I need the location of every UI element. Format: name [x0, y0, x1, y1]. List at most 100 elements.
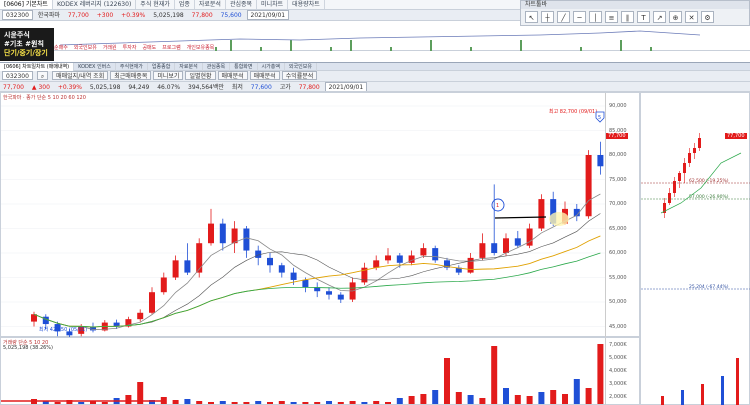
volume-tick: 2,000K — [609, 394, 627, 400]
volume-bar — [243, 402, 250, 404]
candle-body — [396, 255, 403, 263]
top-tab-7[interactable]: 대용량차트 — [288, 0, 325, 9]
horizontal-line-icon[interactable]: ─ — [573, 11, 586, 23]
top-date[interactable]: 2021/09/01 — [246, 10, 290, 20]
top-tab-2[interactable]: 주식 현재가 — [136, 0, 175, 9]
channel-badge: 시윤주식 #기초 #원칙 단기/중기/장기 — [0, 28, 54, 61]
volume-chart-panel[interactable]: 거래량 단순 5 10 20 5,025,198 (38.26%) 7,000K… — [0, 337, 640, 405]
toolbar-button-4[interactable]: 매매분석 — [217, 71, 248, 80]
volume-bar — [101, 402, 108, 404]
chart-price-row: 77,700 ▲ 300 +0.39% 5,025,198 94,249 46.… — [0, 82, 750, 92]
chart-tab-0[interactable]: [0606] 차트일차트 (매매내역) — [0, 63, 75, 71]
toolbar-button-1[interactable]: 최근매매종목 — [110, 71, 152, 80]
sub-tab-3[interactable]: 투자자 — [123, 45, 137, 51]
candle-body — [267, 257, 273, 266]
toolbar-button-2[interactable]: 미니보기 — [153, 71, 184, 80]
channel-icon[interactable]: ∥ — [621, 11, 634, 23]
candle-body — [196, 243, 203, 273]
chart-tab-6[interactable]: 통합화면 — [230, 63, 258, 71]
candle-body — [243, 228, 250, 251]
cw-turnover: 94,249 — [128, 84, 150, 91]
sub-tab-6[interactable]: 개인보유종목 — [187, 45, 215, 51]
cw-high-label: 고가 — [279, 84, 291, 91]
chart-tab-7[interactable]: 시가총액 — [258, 63, 285, 71]
text-icon[interactable]: T — [637, 11, 650, 23]
y-tick: 75,000 — [609, 176, 627, 183]
cursor-highlight — [549, 212, 569, 226]
price-chart-panel[interactable]: 한국파마 · 종가 단순 5 10 20 60 120 최고 82,700 (0… — [0, 92, 640, 339]
volume-bar — [160, 397, 167, 404]
volume-bar — [361, 402, 368, 404]
y-tick: 50,000 — [609, 299, 627, 305]
top-tab-0[interactable]: [0606] 기본차트 — [0, 0, 53, 9]
trendline-icon[interactable]: ╱ — [557, 11, 570, 23]
fib-level-label: 25,204 (-67.44%) — [689, 284, 729, 290]
drawn-horizontal-line[interactable] — [494, 216, 547, 219]
chart-tab-8[interactable]: 외국인보유 — [285, 63, 317, 71]
chart-toolbar-row: 032300 ⌕ 매매일지/내역 조회 최근매매종목 미니보기 일별현황 매매분석 매매분… — [0, 71, 750, 82]
volume-bar — [444, 358, 450, 404]
sub-tab-4[interactable]: 공매도 — [142, 45, 156, 51]
zoom-icon[interactable]: ⊕ — [669, 11, 682, 23]
toolbar-button-3[interactable]: 일별현황 — [185, 71, 216, 80]
top-tab-5[interactable]: 관심종목 — [226, 0, 258, 9]
candle-body — [149, 292, 155, 313]
chart-tab-4[interactable]: 자료분석 — [175, 63, 203, 71]
chart-tab-2[interactable]: 주식현재가 — [116, 63, 148, 71]
side-candle — [668, 193, 671, 203]
volume-bar — [267, 402, 273, 404]
toolbar-button-6[interactable]: 수익률분석 — [281, 71, 318, 80]
top-tab-6[interactable]: 미니차트 — [257, 0, 289, 9]
search-icon[interactable]: ⌕ — [36, 71, 49, 80]
code-input[interactable]: 032300 — [2, 71, 33, 80]
top-tab-4[interactable]: 자료분석 — [195, 0, 226, 9]
sub-tab-5[interactable]: 프로그램 — [162, 45, 180, 51]
sub-tab-0[interactable]: 순매수 — [54, 45, 68, 51]
badge-line-2: #기초 #원칙 — [4, 40, 44, 48]
drawing-toolbar-title: 차트툴바 — [521, 1, 749, 9]
volume-bar — [125, 395, 132, 404]
top-tab-1[interactable]: KODEX 레버리지 (122630) — [53, 0, 137, 9]
mini-bar — [620, 40, 622, 51]
arrow-icon[interactable]: ↗ — [653, 11, 666, 23]
sub-tab-1[interactable]: 외국인보유 — [74, 45, 97, 51]
candle-body — [137, 312, 144, 320]
candle-body — [290, 272, 297, 280]
sub-tab-2[interactable]: 거래원 — [103, 45, 117, 51]
top-pct: +0.39% — [121, 12, 146, 19]
chart-window-tabs: [0606] 차트일차트 (매매내역) KODEX 인버스 주식현재가 업종종합 자료분… — [0, 62, 750, 71]
toolbar-button-5[interactable]: 매매분석 — [249, 71, 280, 80]
side-candle — [698, 138, 701, 148]
settings-icon[interactable]: ⚙ — [701, 11, 714, 23]
chart-tab-5[interactable]: 관심종목 — [203, 63, 231, 71]
y-tick: 70,000 — [609, 201, 627, 207]
price-legend: 한국파마 · 종가 단순 5 10 20 60 120 — [3, 95, 86, 101]
candle-body — [302, 279, 309, 288]
crosshair-icon[interactable]: ┼ — [541, 11, 554, 23]
fibo-icon[interactable]: ≡ — [605, 11, 618, 23]
candle-body — [231, 228, 238, 244]
candle-body — [514, 238, 521, 246]
vertical-line-icon[interactable]: │ — [589, 11, 602, 23]
volume-bar — [550, 390, 557, 404]
volume-bar — [408, 396, 415, 404]
side-volume-bar — [681, 390, 684, 405]
y-tick: 45,000 — [609, 323, 627, 330]
high-marker-label: 최고 82,700 (09/01) — [549, 108, 597, 115]
secondary-chart-panel[interactable]: 62,500 (-19.25%) 57,000 (-26.90%) 25,204 (… — [640, 92, 750, 405]
candle-body — [385, 255, 391, 261]
channel-badge-text: 시윤주식 #기초 #원칙 단기/중기/장기 — [0, 28, 54, 61]
volume-bar — [184, 399, 191, 404]
top-name: 한국파마 — [37, 12, 60, 19]
chart-tab-3[interactable]: 업종종합 — [148, 63, 176, 71]
delete-icon[interactable]: ✕ — [685, 11, 698, 23]
cw-date[interactable]: 2021/09/01 — [324, 82, 368, 91]
side-candle — [693, 148, 696, 153]
top-code[interactable]: 032300 — [2, 10, 33, 20]
side-candle — [688, 153, 691, 163]
top-tab-3[interactable]: 업종 — [175, 0, 195, 9]
volume-bar — [562, 394, 568, 404]
toolbar-button-0[interactable]: 매매일지/내역 조회 — [52, 71, 109, 80]
chart-tab-1[interactable]: KODEX 인버스 — [74, 63, 116, 71]
cursor-icon[interactable]: ↖ — [525, 11, 538, 23]
